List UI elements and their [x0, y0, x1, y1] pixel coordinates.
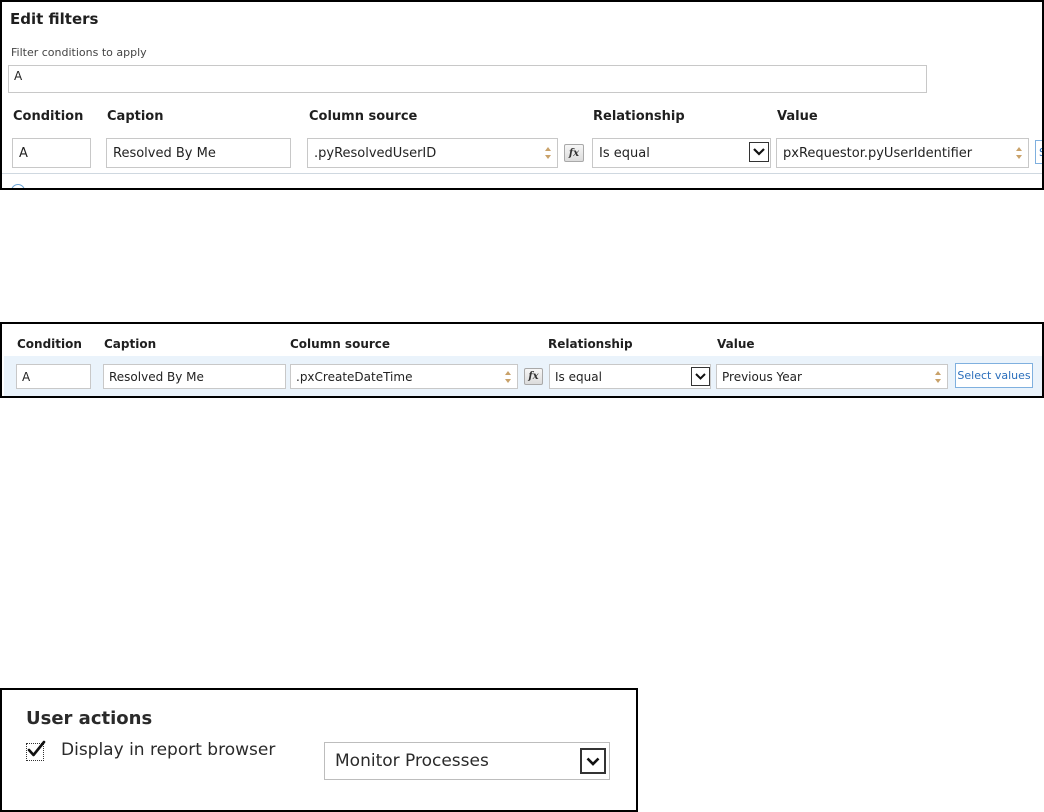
edit-filters-panel: Edit filters Filter conditions to apply … — [0, 0, 1044, 190]
spinner-icon[interactable] — [545, 147, 552, 159]
caption-header: Caption — [107, 109, 164, 124]
value-header: Value — [717, 337, 755, 351]
check-icon — [27, 740, 46, 757]
relationship-header: Relationship — [593, 109, 685, 124]
condition-input[interactable]: A — [16, 364, 91, 389]
condition-header: Condition — [13, 109, 84, 124]
spinner-icon[interactable] — [505, 370, 512, 383]
user-actions-panel: User actions Display in report browser M… — [0, 688, 638, 812]
value-text: pxRequestor.pyUserIdentifier — [783, 145, 973, 161]
row-divider — [2, 173, 1042, 174]
user-actions-title: User actions — [26, 708, 153, 729]
add-row-icon[interactable] — [11, 184, 25, 188]
value-header: Value — [777, 109, 818, 124]
column-source-value: .pxCreateDateTime — [296, 369, 413, 384]
value-input[interactable]: pxRequestor.pyUserIdentifier — [776, 138, 1029, 168]
condition-header: Condition — [17, 337, 82, 351]
relationship-value: Is equal — [599, 145, 650, 161]
relationship-select[interactable]: Is equal — [549, 364, 711, 389]
edit-filters-title: Edit filters — [10, 10, 99, 28]
caption-input[interactable]: Resolved By Me — [103, 364, 286, 389]
value-text: Previous Year — [722, 369, 802, 384]
column-source-input[interactable]: .pyResolvedUserID — [307, 138, 558, 168]
chevron-down-icon[interactable] — [749, 142, 769, 162]
column-source-header: Column source — [309, 109, 418, 124]
select-values-button[interactable]: Select values — [955, 363, 1033, 388]
relationship-select[interactable]: Is equal — [592, 138, 771, 168]
column-source-value: .pyResolvedUserID — [314, 145, 437, 161]
filter-conditions-label: Filter conditions to apply — [11, 46, 147, 59]
caption-header: Caption — [104, 337, 157, 351]
fx-button[interactable]: fx — [524, 368, 543, 385]
fx-button[interactable]: fx — [564, 144, 584, 162]
display-in-report-browser-checkbox[interactable] — [26, 740, 46, 761]
chevron-down-icon[interactable] — [691, 367, 710, 386]
select-values-button-clipped[interactable]: S — [1035, 140, 1042, 164]
filter-conditions-input[interactable]: A — [8, 65, 927, 93]
category-select[interactable]: Monitor Processes — [324, 742, 610, 780]
category-value: Monitor Processes — [335, 751, 489, 771]
filter-row-panel: Condition Caption Column source Relation… — [0, 322, 1044, 398]
chevron-down-icon[interactable] — [580, 748, 606, 774]
spinner-icon[interactable] — [1016, 147, 1023, 159]
display-in-report-browser-label: Display in report browser — [61, 740, 276, 760]
column-source-header: Column source — [290, 337, 391, 351]
caption-input[interactable]: Resolved By Me — [106, 138, 291, 168]
value-input[interactable]: Previous Year — [716, 364, 948, 389]
spinner-icon[interactable] — [935, 370, 942, 383]
column-source-input[interactable]: .pxCreateDateTime — [290, 364, 518, 389]
relationship-value: Is equal — [555, 369, 602, 384]
relationship-header: Relationship — [548, 337, 633, 351]
condition-input[interactable]: A — [12, 138, 91, 168]
